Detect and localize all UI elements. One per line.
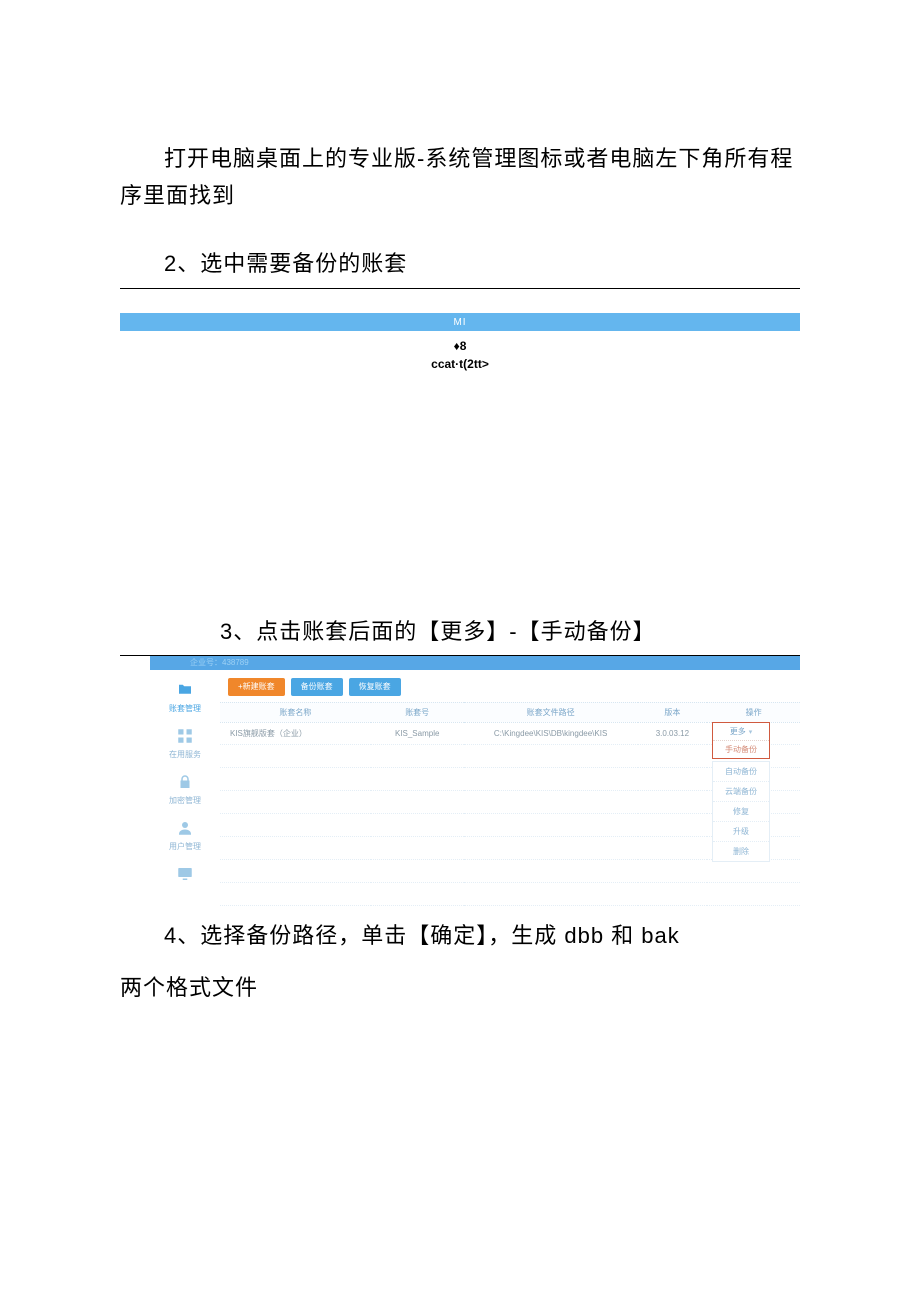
more-menu-list: 自动备份 云端备份 修复 升级 删除 — [712, 761, 770, 862]
cell-path: C:\Kingdee\KIS\DB\kingdee\KIS — [464, 722, 638, 744]
restore-account-button[interactable]: 恢复账套 — [349, 678, 401, 696]
figure-1-banner-text: MI — [453, 317, 466, 328]
step-4-line2: 两个格式文件 — [120, 962, 800, 1015]
step-4-paragraph: 4、选择备份路径，单击【确定】，生成 dbb 和 bak 两个格式文件 — [120, 910, 800, 1016]
cell-code: KIS_Sample — [371, 722, 464, 744]
menu-item-cloud-backup[interactable]: 云端备份 — [713, 782, 769, 802]
manual-backup-item[interactable]: 手动备份 — [713, 741, 769, 758]
table-row — [220, 882, 800, 905]
step-2-heading: 2、选中需要备份的账套 — [120, 245, 800, 289]
menu-item-auto-backup[interactable]: 自动备份 — [713, 762, 769, 782]
cell-ver: 3.0.03.12 — [638, 722, 708, 744]
menu-item-repair[interactable]: 修复 — [713, 802, 769, 822]
table-row — [220, 859, 800, 882]
sidebar-item-user-mgmt[interactable]: 用户管理 — [169, 818, 201, 852]
more-menu-highlight: 更多▾ 手动备份 — [712, 722, 770, 759]
more-label: 更多 — [730, 727, 746, 736]
sidebar-item-account-mgmt[interactable]: 账套管理 — [169, 680, 201, 714]
menu-item-upgrade[interactable]: 升级 — [713, 822, 769, 842]
sidebar-item-misc[interactable] — [174, 864, 196, 884]
app-sidebar: 账套管理 在用服务 加密管理 — [150, 670, 220, 906]
menu-item-delete[interactable]: 删除 — [713, 842, 769, 861]
col-header-code: 账套号 — [371, 702, 464, 722]
sidebar-item-encrypt-mgmt[interactable]: 加密管理 — [169, 772, 201, 806]
new-account-button[interactable]: +新建账套 — [228, 678, 285, 696]
figure-2-app: 企业号：438789 账套管理 在用服务 — [150, 656, 800, 906]
sidebar-item-app-service[interactable]: 在用服务 — [169, 726, 201, 760]
sidebar-item-label: 账套管理 — [169, 703, 201, 714]
monitor-icon — [174, 864, 196, 884]
col-header-ver: 版本 — [638, 702, 708, 722]
folder-icon — [174, 680, 196, 700]
lock-icon — [174, 772, 196, 792]
more-menu: 更多▾ 手动备份 自动备份 云端备份 修复 升级 删除 — [712, 722, 770, 862]
cell-name: KIS旗舰版套（企业） — [220, 722, 371, 744]
backup-account-button[interactable]: 备份账套 — [291, 678, 343, 696]
col-header-name: 账套名称 — [220, 702, 371, 722]
table-header-row: 账套名称 账套号 账套文件路径 版本 操作 — [220, 702, 800, 722]
step-4-line1: 4、选择备份路径，单击【确定】，生成 dbb 和 bak — [120, 910, 800, 963]
sidebar-item-label: 加密管理 — [169, 795, 201, 806]
chevron-down-icon: ▾ — [746, 729, 753, 736]
enterprise-id-label: 企业号：438789 — [190, 657, 249, 668]
sidebar-item-label: 用户管理 — [169, 841, 201, 852]
figure-1-text-line2: ccat·t(2tt> — [120, 355, 800, 373]
figure-1-text-line1: ♦8 — [120, 337, 800, 355]
toolbar: +新建账套 备份账套 恢复账套 — [220, 670, 800, 702]
intro-paragraph: 打开电脑桌面上的专业版-系统管理图标或者电脑左下角所有程序里面找到 — [120, 140, 800, 215]
grid-icon — [174, 726, 196, 746]
col-header-op: 操作 — [707, 702, 800, 722]
more-button[interactable]: 更多▾ — [713, 723, 769, 741]
figure-1: MI ♦8 ccat·t(2tt> — [120, 313, 800, 373]
sidebar-item-label: 在用服务 — [169, 749, 201, 760]
app-topbar: 企业号：438789 — [150, 656, 800, 670]
step-3-heading: 3、点击账套后面的【更多】-【手动备份】 — [120, 613, 800, 655]
figure-1-banner: MI — [120, 313, 800, 331]
col-header-path: 账套文件路径 — [464, 702, 638, 722]
user-icon — [174, 818, 196, 838]
